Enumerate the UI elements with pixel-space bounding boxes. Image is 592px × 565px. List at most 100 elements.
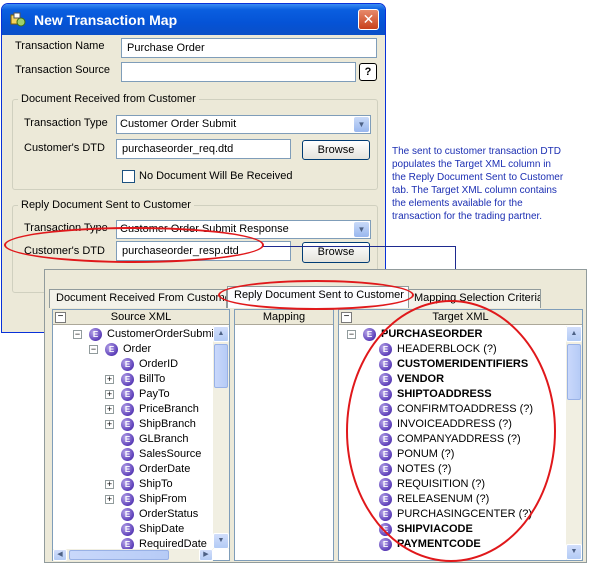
scroll-right-icon[interactable]: ▶ <box>199 549 213 561</box>
tree-node-label: GLBranch <box>139 433 189 445</box>
mapping-header: Mapping <box>235 310 333 325</box>
collapse-icon[interactable]: − <box>73 330 82 339</box>
target-xml-highlight-ellipse <box>346 300 556 562</box>
collapse-icon[interactable]: − <box>89 345 98 354</box>
xml-element-icon: E <box>121 523 134 536</box>
transaction-name-input[interactable]: Purchase Order <box>121 38 377 58</box>
tree-node[interactable]: E OrderStatus <box>53 507 213 522</box>
tree-node-label: ShipFrom <box>139 493 187 505</box>
close-button[interactable]: ✕ <box>358 9 379 30</box>
xml-element-icon: E <box>121 358 134 371</box>
received-browse-button[interactable]: Browse <box>302 140 370 160</box>
expand-icon[interactable]: + <box>105 375 114 384</box>
chevron-down-icon[interactable]: ▼ <box>354 117 369 132</box>
close-icon: ✕ <box>362 11 375 27</box>
tree-node[interactable]: − E Order <box>53 342 213 357</box>
reply-group-title: Reply Document Sent to Customer <box>18 199 194 211</box>
dtd-highlight-ellipse <box>4 227 264 263</box>
scroll-left-icon[interactable]: ◀ <box>53 549 67 561</box>
tree-node[interactable]: + E ShipTo <box>53 477 213 492</box>
xml-element-icon: E <box>89 328 102 341</box>
xml-element-icon: E <box>121 478 134 491</box>
tree-node[interactable]: − E CustomerOrderSubmit <box>53 327 213 342</box>
no-document-checkbox[interactable] <box>122 170 135 183</box>
source-collapse-icon[interactable]: − <box>55 312 66 323</box>
tree-node-label: PayTo <box>139 388 170 400</box>
tree-node[interactable]: + E ShipFrom <box>53 492 213 507</box>
transaction-map-icon <box>10 12 26 27</box>
tree-node-label: OrderStatus <box>139 508 199 520</box>
connector-line-horizontal <box>263 246 455 247</box>
xml-element-icon: E <box>121 373 134 386</box>
tree-node-label: Order <box>123 343 152 355</box>
tab-document-received[interactable]: Document Received From Customer <box>49 289 227 308</box>
tree-node[interactable]: + E BillTo <box>53 372 213 387</box>
received-transaction-type-label: Transaction Type <box>24 117 108 129</box>
transaction-source-label: Transaction Source <box>15 64 110 76</box>
received-dtd-input[interactable]: purchaseorder_req.dtd <box>116 139 291 159</box>
no-document-label: No Document Will Be Received <box>139 170 293 182</box>
title-bar[interactable]: New Transaction Map ✕ <box>2 4 385 35</box>
xml-element-icon: E <box>121 388 134 401</box>
tree-node-label: ShipTo <box>139 478 173 490</box>
tree-node[interactable]: + E PriceBranch <box>53 402 213 417</box>
horizontal-scroll-thumb[interactable] <box>69 550 169 560</box>
tree-node-label: SalesSource <box>139 448 202 460</box>
tab-highlight-ellipse <box>218 280 414 310</box>
xml-element-icon: E <box>363 328 376 341</box>
tree-node-label: OrderID <box>139 358 179 370</box>
tree-node[interactable]: E ShipDate <box>53 522 213 537</box>
scroll-down-icon[interactable]: ▼ <box>566 544 582 560</box>
received-transaction-type-select[interactable]: Customer Order Submit ▼ <box>116 115 371 134</box>
expand-icon[interactable]: + <box>105 390 114 399</box>
tree-node[interactable]: E SalesSource <box>53 447 213 462</box>
dialog-title: New Transaction Map <box>34 12 178 28</box>
expand-icon[interactable]: + <box>105 405 114 414</box>
received-dtd-label: Customer's DTD <box>24 142 105 154</box>
tree-node-label: ShipDate <box>139 523 185 535</box>
tree-node[interactable]: E RequiredDate <box>53 537 213 549</box>
xml-element-icon: E <box>121 448 134 461</box>
expand-icon[interactable]: + <box>105 420 114 429</box>
chevron-down-icon[interactable]: ▼ <box>354 222 369 237</box>
xml-element-icon: E <box>121 403 134 416</box>
tree-node[interactable]: E OrderID <box>53 357 213 372</box>
annotation-text: The sent to customer transaction DTD pop… <box>392 146 564 222</box>
tree-node-label: BillTo <box>139 373 166 385</box>
xml-element-icon: E <box>121 418 134 431</box>
xml-element-icon: E <box>121 493 134 506</box>
source-horizontal-scrollbar[interactable]: ◀ ▶ <box>53 549 213 561</box>
xml-element-icon: E <box>121 538 134 549</box>
scroll-thumb[interactable] <box>214 344 228 388</box>
source-help-button[interactable]: ? <box>359 63 377 81</box>
xml-element-icon: E <box>121 433 134 446</box>
tree-node-label: ShipBranch <box>139 418 196 430</box>
scroll-down-icon[interactable]: ▼ <box>213 533 229 549</box>
xml-element-icon: E <box>121 508 134 521</box>
source-xml-header: Source XML <box>53 310 229 325</box>
received-group-title: Document Received from Customer <box>18 93 199 105</box>
collapse-icon[interactable]: − <box>347 330 356 339</box>
tree-node[interactable]: E GLBranch <box>53 432 213 447</box>
target-collapse-icon[interactable]: − <box>341 312 352 323</box>
xml-element-icon: E <box>105 343 118 356</box>
tree-node-label: CustomerOrderSubmit <box>107 328 213 340</box>
scroll-up-icon[interactable]: ▲ <box>213 326 229 342</box>
expand-icon[interactable]: + <box>105 480 114 489</box>
expand-icon[interactable]: + <box>105 495 114 504</box>
transaction-source-input[interactable] <box>121 62 356 82</box>
scroll-up-icon[interactable]: ▲ <box>566 326 582 342</box>
tree-node[interactable]: + E PayTo <box>53 387 213 402</box>
tree-node-label: RequiredDate <box>139 538 207 549</box>
scroll-thumb[interactable] <box>567 344 581 400</box>
tree-node-label: PriceBranch <box>139 403 199 415</box>
transaction-name-label: Transaction Name <box>15 40 105 52</box>
tree-node-label: OrderDate <box>139 463 191 475</box>
target-vertical-scrollbar[interactable]: ▲ ▼ <box>566 326 582 560</box>
source-xml-pane: Source XML − − E CustomerOrderSubmit − E Orde… <box>52 309 230 561</box>
mapping-pane[interactable]: Mapping <box>234 309 334 561</box>
tree-node[interactable]: + E ShipBranch <box>53 417 213 432</box>
tree-node[interactable]: E OrderDate <box>53 462 213 477</box>
received-transaction-type-value: Customer Order Submit <box>120 118 237 130</box>
source-vertical-scrollbar[interactable]: ▲ ▼ <box>213 326 229 549</box>
